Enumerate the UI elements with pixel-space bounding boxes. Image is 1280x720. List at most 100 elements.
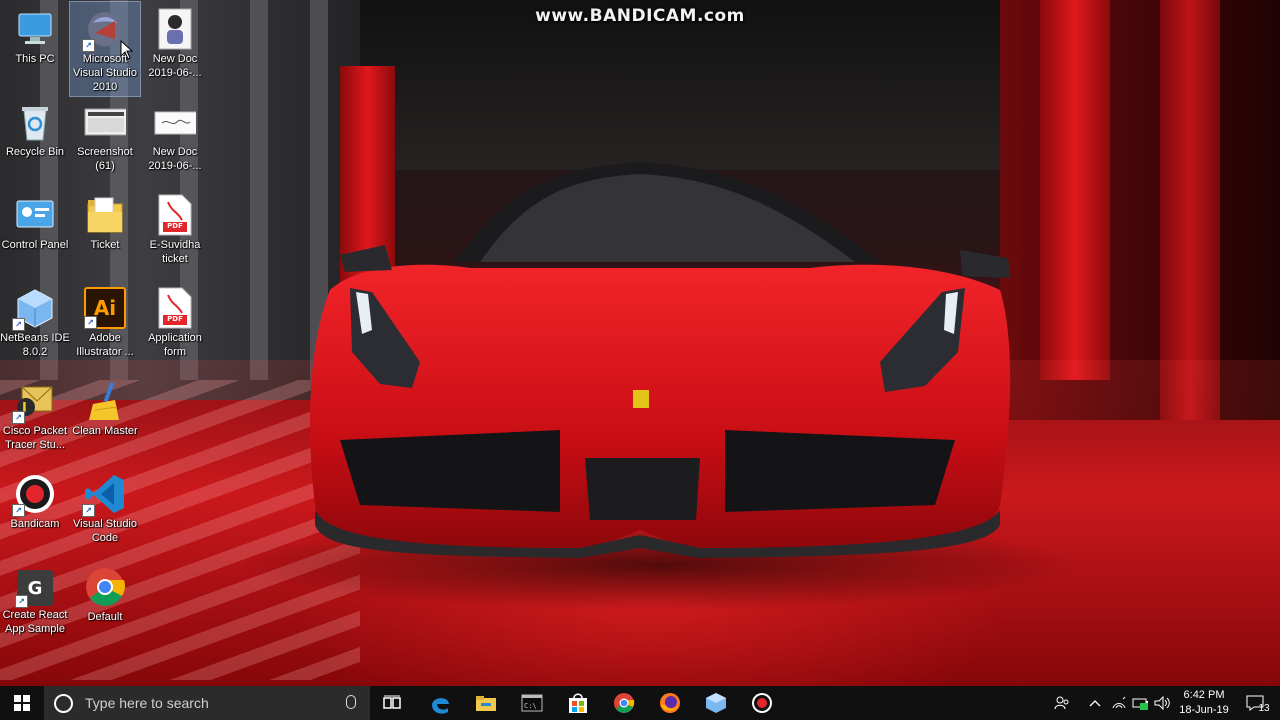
shortcut-arrow-icon: ↗ (15, 595, 28, 608)
adobe-illustrator-icon: Ai ↗ (84, 287, 126, 329)
clock-date: 18-Jun-19 (1179, 704, 1229, 716)
app-shortcut-icon: G ↗ (15, 570, 53, 608)
taskbar-store-button[interactable] (556, 686, 600, 720)
shortcut-arrow-icon: ↗ (12, 318, 25, 331)
document-scan-icon (154, 101, 196, 143)
desktop-icon-e-suvidha-ticket[interactable]: PDF E-Suvidha ticket (140, 188, 210, 266)
microphone-icon[interactable] (346, 695, 356, 709)
taskbar-bandicam-button[interactable] (740, 686, 784, 720)
vscode-icon: ↗ (82, 473, 126, 517)
shortcut-arrow-icon: ↗ (12, 504, 25, 517)
people-button[interactable] (1050, 686, 1074, 720)
app-shortcut-glyph: G (27, 577, 43, 599)
desktop-icon-new-doc-2[interactable]: New Doc 2019-06-... (140, 95, 210, 173)
store-icon (569, 693, 587, 713)
desktop-icon-label: Cisco Packet Tracer Stu... (2, 425, 68, 451)
wifi-icon (1112, 696, 1126, 709)
document-photo-icon (154, 8, 196, 50)
battery-charging-icon (1132, 698, 1148, 710)
wifi-button[interactable] (1108, 686, 1130, 720)
edge-icon (432, 698, 449, 714)
pdf-icon: PDF (154, 194, 196, 236)
desktop-icon-chrome-default[interactable]: Default (70, 560, 140, 624)
folder-icon (84, 194, 126, 236)
chevron-up-icon (1089, 700, 1101, 707)
chrome-icon (84, 566, 126, 608)
desktop-icon-this-pc[interactable]: This PC (0, 2, 70, 66)
netbeans-icon: ↗ (12, 287, 56, 331)
task-view-button[interactable] (370, 686, 414, 720)
recycle-bin-icon (14, 101, 56, 143)
command-prompt-icon: C:\ (521, 694, 543, 712)
desktop-icon-label: Adobe Illustrator ... (76, 332, 134, 358)
desktop-icon-adobe-illustrator[interactable]: Ai ↗ Adobe Illustrator ... (70, 281, 140, 359)
desktop-icon-control-panel[interactable]: Control Panel (0, 188, 70, 252)
chrome-icon (614, 693, 635, 713)
desktop-icon-label: Create React App Sample (2, 609, 68, 635)
search-input[interactable] (83, 694, 327, 712)
windows-logo-icon (14, 695, 30, 711)
desktop-icon-label: Visual Studio Code (72, 518, 137, 544)
action-center-button[interactable]: 13 (1240, 686, 1276, 720)
control-panel-icon (14, 194, 56, 236)
screenshot-image-icon (84, 101, 126, 143)
desktop-icon-application-form[interactable]: PDF Application form (140, 281, 210, 359)
pdf-glyph: PDF (167, 222, 183, 230)
taskbar-search-box[interactable] (44, 686, 370, 720)
desktop-icon-label: Default (87, 611, 123, 623)
start-button[interactable] (0, 686, 44, 720)
taskbar-chrome-button[interactable] (602, 686, 646, 720)
task-view-icon (383, 695, 401, 709)
battery-button[interactable] (1130, 686, 1152, 720)
shortcut-arrow-icon: ↗ (12, 411, 25, 424)
file-explorer-icon (476, 696, 496, 711)
bandicam-icon: ↗ (12, 473, 56, 517)
this-pc-icon (14, 8, 56, 50)
broom-icon (84, 380, 126, 422)
shortcut-arrow-icon: ↗ (84, 316, 97, 329)
desktop-icon-cisco-packet-tracer[interactable]: I ↗ Cisco Packet Tracer Stu... (0, 374, 70, 452)
bandicam-record-icon (752, 693, 772, 713)
people-icon (1054, 696, 1069, 710)
mouse-cursor-icon (120, 40, 134, 60)
desktop-icon-create-react-app[interactable]: G ↗ Create React App Sample (0, 560, 70, 636)
taskbar-file-explorer-button[interactable] (464, 686, 508, 720)
shortcut-arrow-icon: ↗ (82, 39, 95, 52)
pdf-glyph: PDF (167, 315, 183, 323)
desktop-icon-label: Control Panel (1, 239, 69, 251)
pdf-icon: PDF (154, 287, 196, 329)
desktop-icon-new-doc-1[interactable]: New Doc 2019-06-... (140, 2, 210, 80)
desktop-icon-label: Clean Master (72, 425, 138, 437)
notification-count-badge: 13 (1258, 702, 1270, 714)
desktop-icon-vscode[interactable]: ↗ Visual Studio Code (70, 467, 140, 545)
desktop-icon-label: NetBeans IDE 8.0.2 (0, 332, 70, 358)
taskbar-virtualbox-button[interactable] (694, 686, 738, 720)
taskbar-command-prompt-button[interactable]: C:\ (510, 686, 554, 720)
svg-text:C:\: C:\ (524, 702, 537, 710)
desktop-icon-label: E-Suvidha ticket (149, 239, 201, 265)
desktop-icon-recycle-bin[interactable]: Recycle Bin (0, 95, 70, 159)
shortcut-arrow-icon: ↗ (82, 504, 95, 517)
desktop-icon-label: This PC (15, 53, 55, 65)
firefox-icon (660, 693, 680, 713)
cisco-packet-tracer-icon: I ↗ (12, 380, 56, 424)
desktop-icon-label: Application form (148, 332, 202, 358)
desktop-icon-label: Recycle Bin (5, 146, 65, 158)
taskbar-edge-button[interactable] (418, 686, 462, 720)
show-hidden-icons-button[interactable] (1084, 686, 1106, 720)
desktop-icon-label: Bandicam (10, 518, 60, 530)
desktop-icon-ticket-folder[interactable]: Ticket (70, 188, 140, 252)
illustrator-glyph: Ai (93, 296, 117, 320)
desktop-icon-label: Ticket (90, 239, 120, 251)
desktop-icon-clean-master[interactable]: Clean Master (70, 374, 140, 438)
desktop-icon-bandicam[interactable]: ↗ Bandicam (0, 467, 70, 531)
desktop-icon-label: New Doc 2019-06-... (148, 53, 202, 79)
desktop-icon-netbeans[interactable]: ↗ NetBeans IDE 8.0.2 (0, 281, 70, 359)
clock-time: 6:42 PM (1183, 689, 1225, 701)
virtualbox-icon (706, 693, 726, 713)
taskbar-clock[interactable]: 6:42 PM 18-Jun-19 (1170, 686, 1238, 720)
desktop-icon-label: Screenshot (61) (77, 146, 133, 172)
taskbar-firefox-button[interactable] (648, 686, 692, 720)
cortana-icon (54, 693, 73, 713)
desktop-icon-screenshot[interactable]: Screenshot (61) (70, 95, 140, 173)
